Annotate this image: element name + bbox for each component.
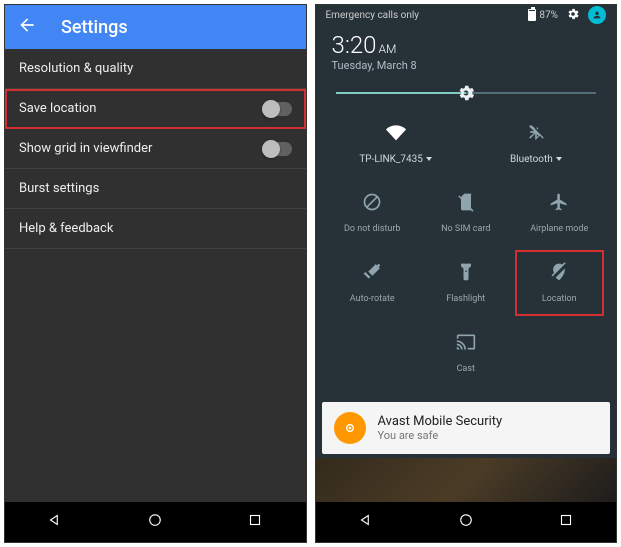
do-not-disturb-icon	[362, 192, 382, 216]
list-item-label: Show grid in viewfinder	[19, 141, 152, 156]
notification-title: Avast Mobile Security	[378, 414, 503, 429]
camera-settings-screen: Settings Resolution & quality Save locat…	[4, 4, 307, 543]
airplane-icon	[549, 192, 569, 216]
bluetooth-label: Bluetooth	[510, 154, 553, 165]
chevron-down-icon	[556, 157, 562, 161]
brightness-knob-icon[interactable]	[455, 82, 477, 104]
nav-back-icon[interactable]	[46, 511, 64, 533]
auto-rotate-icon	[362, 262, 382, 286]
nav-home-icon[interactable]	[457, 511, 475, 533]
tile-bluetooth[interactable]: Bluetooth	[466, 108, 606, 178]
airplane-label: Airplane mode	[530, 224, 588, 234]
tile-cast[interactable]: Cast	[419, 318, 512, 388]
status-bar: Emergency calls only 87%	[316, 5, 617, 25]
appbar: Settings	[5, 5, 306, 49]
flash-label: Flashlight	[446, 294, 485, 304]
emergency-text: Emergency calls only	[326, 10, 420, 21]
navigation-bar	[5, 502, 306, 542]
nav-back-icon[interactable]	[357, 511, 375, 533]
tile-sim[interactable]: No SIM card	[419, 178, 513, 248]
battery-indicator: 87%	[528, 9, 558, 21]
wifi-label: TP-LINK_7435	[359, 154, 423, 165]
tile-rotate[interactable]: Auto-rotate	[326, 248, 420, 318]
back-arrow-icon[interactable]	[17, 15, 37, 39]
list-item-help[interactable]: Help & feedback	[5, 209, 306, 249]
notification-body: You are safe	[378, 429, 503, 442]
location-off-icon	[549, 262, 569, 286]
user-avatar-icon[interactable]	[588, 6, 606, 24]
list-item-burst[interactable]: Burst settings	[5, 169, 306, 209]
flashlight-icon	[456, 262, 476, 286]
appbar-title: Settings	[61, 17, 128, 38]
wifi-icon	[386, 122, 406, 146]
list-item-label: Save location	[19, 101, 97, 116]
list-item-label: Burst settings	[19, 181, 99, 196]
date-display: Tuesday, March 8	[332, 59, 601, 72]
bluetooth-off-icon	[526, 122, 546, 146]
list-item-grid[interactable]: Show grid in viewfinder	[5, 129, 306, 169]
rotate-label: Auto-rotate	[350, 294, 395, 304]
time-value: 3:20	[332, 31, 377, 59]
no-sim-icon	[456, 192, 476, 216]
tile-location[interactable]: Location	[513, 248, 607, 318]
quick-settings-screen: Emergency calls only 87% 3:20AM Tuesday,…	[315, 4, 618, 543]
tile-airplane[interactable]: Airplane mode	[513, 178, 607, 248]
list-item-label: Resolution & quality	[19, 61, 133, 76]
quick-tiles: TP-LINK_7435 Bluetooth Do not disturb No…	[316, 108, 617, 398]
toggle-grid[interactable]	[262, 142, 292, 156]
brightness-slider[interactable]	[316, 84, 617, 108]
list-item-save-location[interactable]: Save location	[5, 89, 306, 129]
list-item-label: Help & feedback	[19, 221, 113, 236]
toggle-save-location[interactable]	[262, 102, 292, 116]
sim-label: No SIM card	[441, 224, 490, 234]
navigation-bar	[316, 502, 617, 542]
location-label: Location	[542, 294, 577, 304]
battery-percent: 87%	[539, 10, 558, 21]
settings-gear-icon[interactable]	[566, 7, 580, 24]
cast-label: Cast	[457, 364, 475, 374]
battery-icon	[528, 9, 536, 21]
list-item-resolution[interactable]: Resolution & quality	[5, 49, 306, 89]
tile-wifi[interactable]: TP-LINK_7435	[326, 108, 466, 178]
nav-home-icon[interactable]	[146, 511, 164, 533]
tile-dnd[interactable]: Do not disturb	[326, 178, 420, 248]
nav-recent-icon[interactable]	[246, 511, 264, 533]
time-ampm: AM	[378, 42, 396, 56]
wallpaper-peek	[316, 458, 617, 502]
tile-flashlight[interactable]: Flashlight	[419, 248, 513, 318]
nav-recent-icon[interactable]	[557, 511, 575, 533]
dnd-label: Do not disturb	[344, 224, 400, 234]
avast-icon	[334, 412, 366, 444]
settings-list: Resolution & quality Save location Show …	[5, 49, 306, 502]
cast-icon	[456, 332, 476, 356]
notification-card[interactable]: Avast Mobile Security You are safe	[322, 402, 611, 454]
clock-area: 3:20AM Tuesday, March 8	[316, 25, 617, 84]
chevron-down-icon	[426, 157, 432, 161]
time-display: 3:20AM	[332, 31, 601, 59]
